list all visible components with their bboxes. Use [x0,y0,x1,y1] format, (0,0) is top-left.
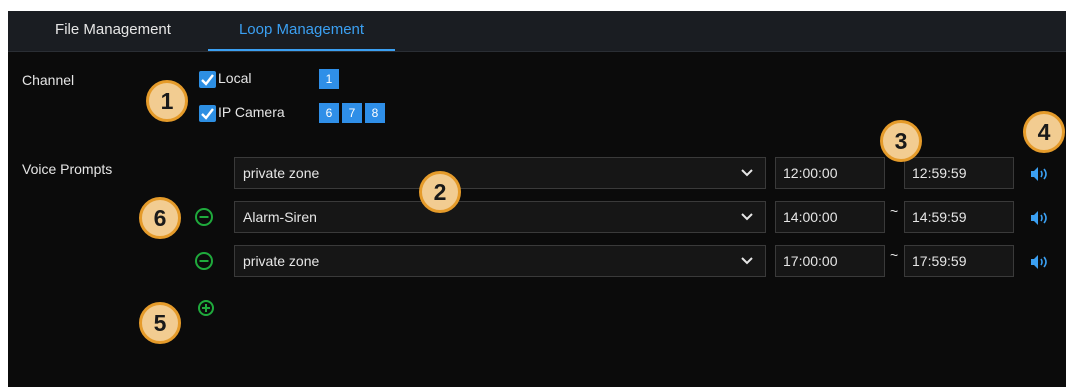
remove-row-2-minus-circle-icon[interactable] [194,207,214,227]
callout-badge-4: 4 [1023,111,1065,153]
speaker-icon[interactable] [1030,166,1050,182]
select-value: Alarm-Siren [243,209,317,225]
local-channel-1-button[interactable]: 1 [319,69,339,89]
end-time-field-3[interactable]: 17:59:59 [904,245,1014,277]
checkmark-icon [201,74,214,86]
chevron-down-icon [741,169,753,177]
select-value: private zone [243,253,320,269]
ip-channel-8-button[interactable]: 8 [365,103,385,123]
ip-camera-label: IP Camera [218,104,285,120]
speaker-icon[interactable] [1030,210,1050,226]
checkmark-icon [201,108,214,120]
chevron-down-icon [741,257,753,265]
ip-camera-checkbox[interactable] [199,105,216,122]
callout-badge-6: 6 [139,197,181,239]
callout-badge-3: 3 [880,120,922,162]
time-separator: ~ [890,203,899,219]
time-separator: ~ [890,247,899,263]
end-time-field-1[interactable]: 12:59:59 [904,157,1014,189]
voice-prompt-select-1[interactable]: private zone [234,157,766,189]
start-time-field-1[interactable]: 12:00:00 [775,157,885,189]
callout-badge-2: 2 [419,171,461,213]
ip-channel-6-button[interactable]: 6 [319,103,339,123]
tab-loop-management[interactable]: Loop Management [208,11,395,51]
speaker-icon[interactable] [1030,254,1050,270]
tab-file-management[interactable]: File Management [34,11,192,51]
callout-badge-1: 1 [146,80,188,122]
voice-prompt-select-3[interactable]: private zone [234,245,766,277]
tab-bar: File Management Loop Management [8,11,1066,52]
voice-prompt-select-2[interactable]: Alarm-Siren [234,201,766,233]
callout-badge-5: 5 [139,302,181,344]
ip-channel-7-button[interactable]: 7 [342,103,362,123]
select-value: private zone [243,165,320,181]
local-checkbox[interactable] [199,71,216,88]
local-label: Local [218,70,252,86]
end-time-field-2[interactable]: 14:59:59 [904,201,1014,233]
start-time-field-2[interactable]: 14:00:00 [775,201,885,233]
chevron-down-icon [741,213,753,221]
remove-row-3-minus-circle-icon[interactable] [194,251,214,271]
voice-prompts-label: Voice Prompts [22,161,113,177]
start-time-field-3[interactable]: 17:00:00 [775,245,885,277]
add-row-plus-circle-icon[interactable] [197,299,215,317]
channel-label: Channel [22,72,75,88]
